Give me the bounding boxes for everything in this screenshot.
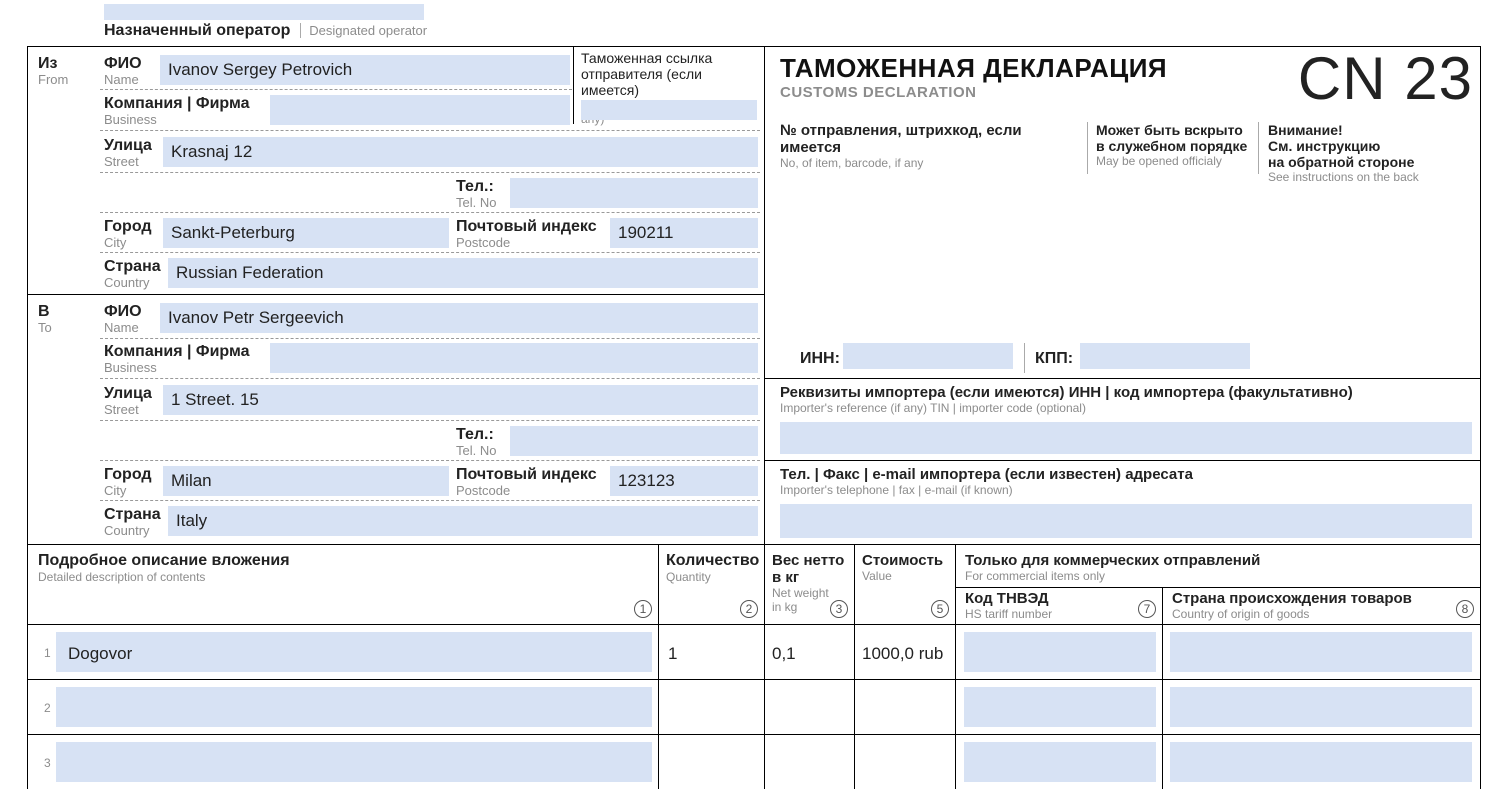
- to-name-value: Ivanov Petr Sergeevich: [168, 308, 344, 328]
- row2-desc-fill[interactable]: [56, 687, 652, 727]
- barcode-en: No, of item, barcode, if any: [780, 156, 1080, 170]
- importer-ref-fill[interactable]: [780, 422, 1472, 454]
- from-tel-fill[interactable]: [510, 178, 758, 208]
- to-label: В To: [38, 303, 52, 335]
- circle-7: 7: [1138, 600, 1156, 618]
- designated-operator-ru: Назначенный оператор: [104, 22, 290, 39]
- row1-value: 1000,0 rub: [862, 644, 943, 664]
- hdr-hs-en: HS tariff number: [965, 607, 1052, 621]
- row1-origin-fill[interactable]: [1170, 632, 1472, 672]
- hdr-qty-en: Quantity: [666, 570, 759, 584]
- row1-hs-fill[interactable]: [964, 632, 1156, 672]
- customs-ref-ru1: Таможенная ссылка: [581, 50, 759, 66]
- to-country-fill[interactable]: [168, 506, 758, 536]
- to-city-value: Milan: [171, 471, 212, 491]
- inn-label: ИНН:: [800, 350, 840, 368]
- opened-ru2: в служебном порядке: [1096, 138, 1256, 154]
- title-en: CUSTOMS DECLARATION: [780, 84, 1167, 101]
- barcode-ru: № отправления, штрихкод, если имеется: [780, 122, 1080, 156]
- opened-ru1: Может быть вскрыто: [1096, 122, 1256, 138]
- row1-desc: Dogovor: [68, 644, 132, 664]
- hdr-desc-en: Detailed description of contents: [38, 570, 290, 584]
- to-street-value: 1 Street. 15: [171, 390, 259, 410]
- row3-hs-fill[interactable]: [964, 742, 1156, 782]
- kpp-label: КПП:: [1035, 350, 1073, 368]
- kpp-fill[interactable]: [1080, 343, 1250, 369]
- attention-ru1: Внимание!: [1268, 122, 1419, 138]
- operator-fill: [104, 4, 424, 20]
- from-postcode-label: Почтовый индекс Postcode: [456, 218, 597, 250]
- attention-ru2: См. инструкцию: [1268, 138, 1419, 154]
- customs-ref-fill[interactable]: [581, 100, 757, 120]
- to-country-label: Страна Country: [104, 506, 161, 538]
- customs-ref-ru2: отправителя (если имеется): [581, 66, 759, 98]
- from-city-value: Sankt-Peterburg: [171, 223, 295, 243]
- from-street-label: Улица Street: [104, 137, 152, 169]
- hdr-netw-ru2: в кг: [772, 569, 844, 586]
- importer-ref-en: Importer's reference (if any) TIN | impo…: [780, 401, 1353, 415]
- row3-origin-fill[interactable]: [1170, 742, 1472, 782]
- importer-tel-fill[interactable]: [780, 504, 1472, 538]
- to-business-label: Компания | Фирма Business: [104, 343, 250, 375]
- from-postcode-value: 190211: [618, 223, 673, 243]
- designated-operator-en: Designated operator: [300, 23, 427, 38]
- circle-1: 1: [634, 600, 652, 618]
- from-business-label: Компания | Фирма Business: [104, 95, 250, 127]
- importer-tel-en: Importer's telephone | fax | e-mail (if …: [780, 483, 1193, 497]
- to-postcode-label: Почтовый индекс Postcode: [456, 466, 597, 498]
- to-city-label: Город City: [104, 466, 152, 498]
- row1-index: 1: [44, 646, 51, 660]
- importer-ref-ru: Реквизиты импортера (если имеются) ИНН |…: [780, 384, 1353, 401]
- to-name-label: ФИО Name: [104, 303, 142, 335]
- hdr-netw-en: Net weight: [772, 586, 844, 600]
- to-business-fill[interactable]: [270, 343, 758, 373]
- hdr-commercial-en: For commercial items only: [965, 569, 1260, 583]
- opened-en: May be opened officialy: [1096, 154, 1256, 168]
- hdr-netw-ru: Вес нетто: [772, 552, 844, 569]
- circle-3: 3: [830, 600, 848, 618]
- hdr-origin-en: Country of origin of goods: [1172, 607, 1412, 621]
- hdr-origin-ru: Страна происхождения товаров: [1172, 590, 1412, 607]
- inn-fill[interactable]: [843, 343, 1013, 369]
- from-business-fill[interactable]: [270, 95, 570, 125]
- row3-index: 3: [44, 756, 51, 770]
- hdr-value-ru: Стоимость: [862, 552, 943, 569]
- attention-ru3: на обратной стороне: [1268, 154, 1419, 170]
- hdr-value-en: Value: [862, 569, 943, 583]
- row1-weight: 0,1: [772, 644, 796, 664]
- from-name-value: Ivanov Sergey Petrovich: [168, 60, 352, 80]
- row2-hs-fill[interactable]: [964, 687, 1156, 727]
- from-tel-label: Тел.: Tel. No: [456, 178, 496, 210]
- to-street-label: Улица Street: [104, 385, 152, 417]
- from-name-label: ФИО Name: [104, 55, 142, 87]
- row3-desc-fill[interactable]: [56, 742, 652, 782]
- from-country-value: Russian Federation: [176, 263, 323, 283]
- hdr-qty-ru: Количество: [666, 552, 759, 570]
- from-label: Из From: [38, 55, 68, 87]
- hdr-commercial-ru: Только для коммерческих отправлений: [965, 552, 1260, 569]
- to-country-value: Italy: [176, 511, 207, 531]
- row2-origin-fill[interactable]: [1170, 687, 1472, 727]
- circle-5: 5: [931, 600, 949, 618]
- from-country-label: Страна Country: [104, 258, 161, 290]
- hdr-desc-ru: Подробное описание вложения: [38, 552, 290, 570]
- cn23-code: CN 23: [1298, 44, 1473, 113]
- from-city-label: Город City: [104, 218, 152, 250]
- hdr-hs-ru: Код ТНВЭД: [965, 590, 1052, 607]
- attention-en: See instructions on the back: [1268, 170, 1419, 184]
- from-street-value: Krasnaj 12: [171, 142, 252, 162]
- to-tel-label: Тел.: Tel. No: [456, 426, 496, 458]
- circle-8: 8: [1456, 600, 1474, 618]
- title-ru: ТАМОЖЕННАЯ ДЕКЛАРАЦИЯ: [780, 53, 1167, 84]
- circle-2: 2: [740, 600, 758, 618]
- importer-tel-ru: Тел. | Факс | e-mail импортера (если изв…: [780, 466, 1193, 483]
- row1-desc-fill[interactable]: [56, 632, 652, 672]
- row2-index: 2: [44, 701, 51, 715]
- row1-qty: 1: [668, 644, 677, 664]
- to-tel-fill[interactable]: [510, 426, 758, 456]
- to-postcode-value: 123123: [618, 471, 675, 491]
